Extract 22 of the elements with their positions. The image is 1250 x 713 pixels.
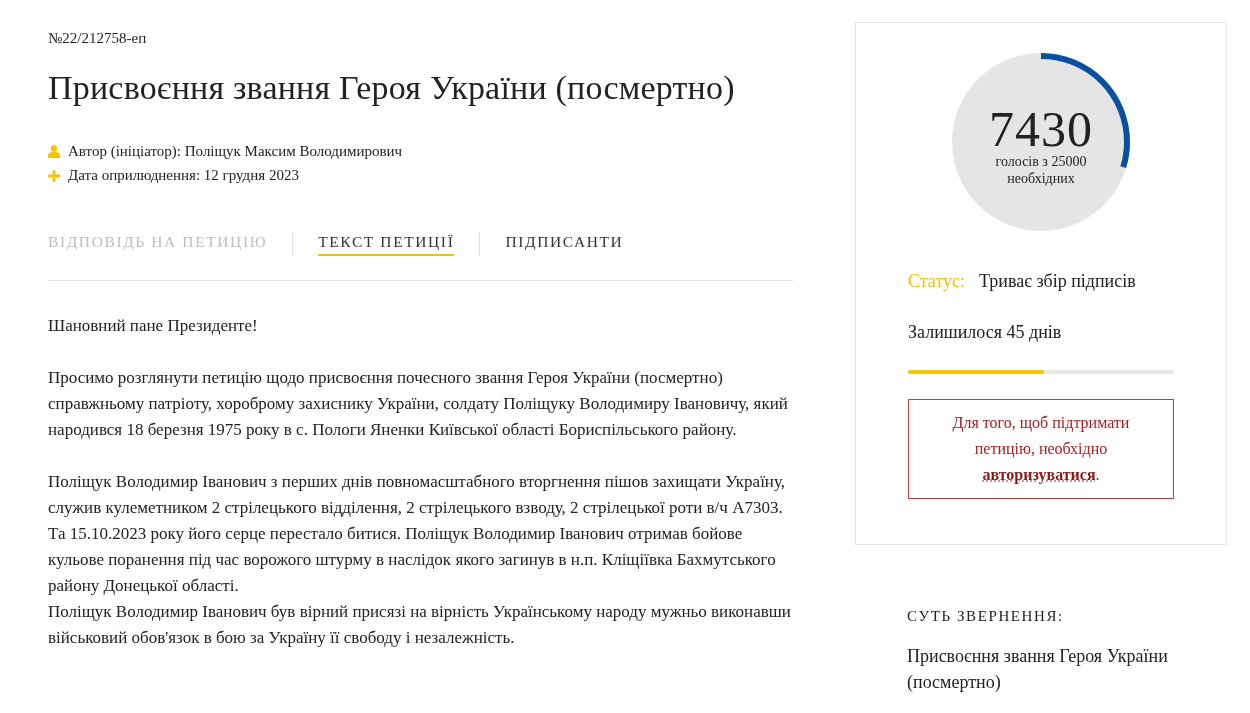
petition-number: №22/212758-еп — [48, 30, 147, 47]
petition-paragraph: Просимо розглянути петицію щодо присвоєння почесного звання Героя України (посмертно) справжньому патріоту, хороброму захиснику України, солдату Поліщуку Володимиру Івановичу, який народився 18 березня 1975 року в с. Пологи Яненки Київської області Бориспільського району. — [48, 367, 789, 441]
meta-text: Автор (ініціатор): Поліщук Максим Володимирович — [68, 143, 403, 160]
person-icon — [48, 145, 60, 158]
petition-paragraph: Поліщук Володимир Іванович був вірний присязі на вірність Українському народу мужньо виконавши військовий обов'язок в бою за Україну її свободу і незалежність. — [48, 601, 792, 649]
status-value: Триває збір підписів — [979, 271, 1136, 292]
vote-caption: голосів з 25000 — [995, 153, 1087, 170]
petition-paragraph: Шановний пане Президенте! — [48, 315, 259, 337]
vote-caption: необхідних — [1007, 170, 1075, 187]
login-notice: Для того, щоб підтримати петицію, необхідно авторизуватися. — [908, 399, 1174, 499]
plus-icon — [48, 169, 60, 182]
petition-paragraph: Поліщук Володимир Іванович з перших днів повномасштабного вторгнення пішов захищати Україну, служив кулеметником 2 стрілецького відділення, 2 стрілецького взводу, 2 стрілецької роти в/ч А7303. Та 15.10.2023 року його серце перестало битися. Поліщук Володимир Іванович отримав бойове кульове поранення під час ворожого штурму в наслідок якого загинув в н.п. Кліщіївка Бахмутського району Донецької області. — [48, 471, 787, 597]
status-label: Статус: — [908, 271, 965, 292]
vote-count: 7430 — [989, 105, 1093, 153]
summary-heading: СУТЬ ЗВЕРНЕННЯ: — [907, 608, 1064, 625]
login-link[interactable]: авторизуватися — [982, 466, 1096, 483]
tab[interactable]: ТЕКСТ ПЕТИЦІЇ — [318, 232, 455, 256]
days-remaining: Залишилося 45 днів — [908, 322, 1062, 343]
summary-text: Присвоєння звання Героя України (посмертно) — [907, 645, 1169, 694]
petition-title: Присвоєння звання Героя України (посмертно) — [48, 69, 735, 107]
tab[interactable]: ПІДПИСАНТИ — [505, 232, 624, 256]
meta-text: Дата оприлюднення: 12 грудня 2023 — [68, 167, 299, 184]
